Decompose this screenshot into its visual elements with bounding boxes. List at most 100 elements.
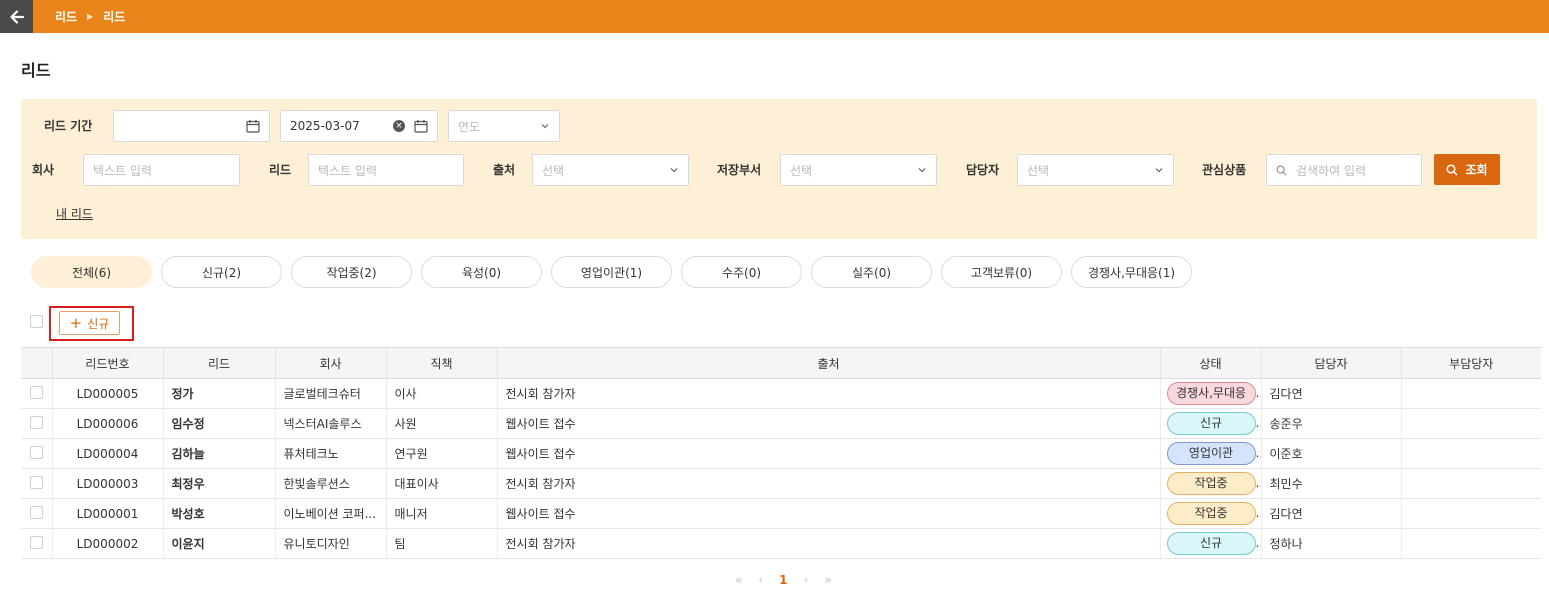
row-checkbox[interactable]: [29, 445, 43, 459]
lead-label: 리드: [269, 163, 292, 177]
status-badge: 작업중: [1166, 502, 1256, 525]
lead-sub-owner: [1401, 468, 1541, 499]
status-cell: 신규: [1160, 528, 1262, 559]
column-header[interactable]: 상태: [1160, 347, 1262, 379]
column-header[interactable]: 부담당자: [1401, 347, 1541, 379]
row-checkbox[interactable]: [29, 475, 43, 489]
table-row[interactable]: LD000003 최정우 한빛솔루션스 대표이사 전시회 참가자 작업중 최민수: [21, 468, 1541, 499]
lead-company: 유니토디자인: [275, 528, 387, 559]
company-label: 회사: [32, 163, 55, 177]
lead-id[interactable]: LD000005: [52, 378, 164, 409]
dept-label: 저장부서: [717, 163, 762, 177]
source-label: 출처: [493, 163, 516, 177]
table-row[interactable]: LD000001 박성호 이노베이션 코퍼... 매니저 웹사이트 접수 작업중…: [21, 498, 1541, 529]
lead-owner: 정하나: [1261, 528, 1402, 559]
my-leads-link[interactable]: 내 리드: [56, 205, 93, 222]
lead-name[interactable]: 이윤지: [163, 528, 276, 559]
lead-company: 한빛솔루션스: [275, 468, 387, 499]
lead-title: 사원: [386, 408, 498, 439]
lead-name[interactable]: 김하늘: [163, 438, 276, 469]
tab-all[interactable]: 전체(6): [31, 256, 152, 288]
status-badge: 신규: [1166, 412, 1256, 435]
tab-nurturing[interactable]: 육성(0): [421, 256, 542, 288]
lead-id[interactable]: LD000002: [52, 528, 164, 559]
breadcrumb: 리드 ▶ 리드: [55, 8, 125, 25]
dept-select[interactable]: 선택: [780, 154, 937, 186]
status-badge: 작업중: [1166, 472, 1256, 495]
lead-id[interactable]: LD000001: [52, 498, 164, 529]
search-icon: [1446, 163, 1458, 176]
lead-name[interactable]: 정가: [163, 378, 276, 409]
tab-won[interactable]: 수주(0): [681, 256, 802, 288]
dept-placeholder: 선택: [790, 163, 813, 178]
row-checkbox[interactable]: [29, 535, 43, 549]
owner-label: 담당자: [966, 163, 1000, 177]
pagination: « ‹ 1 › »: [727, 573, 840, 587]
tab-new[interactable]: 신규(2): [161, 256, 282, 288]
prev-page-icon[interactable]: ‹: [758, 573, 763, 587]
product-search-input[interactable]: 검색하여 입력: [1266, 154, 1422, 186]
lead-name[interactable]: 최정우: [163, 468, 276, 499]
tab-in-progress[interactable]: 작업중(2): [291, 256, 412, 288]
chevron-down-icon: [540, 121, 550, 131]
company-input[interactable]: 텍스트 입력: [83, 154, 240, 186]
company-placeholder: 텍스트 입력: [93, 163, 153, 178]
row-checkbox[interactable]: [29, 415, 43, 429]
row-checkbox[interactable]: [29, 505, 43, 519]
last-page-icon[interactable]: »: [824, 573, 831, 587]
source-placeholder: 선택: [542, 163, 565, 178]
start-date-input[interactable]: [113, 110, 270, 142]
lead-source: 웹사이트 접수: [497, 498, 1161, 529]
select-all-checkbox[interactable]: [30, 315, 43, 328]
column-header[interactable]: 직책: [386, 347, 498, 379]
filter-panel: 리드 기간 2025-03-07 × 연도 회사 텍스트 입력 리드 텍스트 입…: [21, 99, 1537, 239]
top-bar: 리드 ▶ 리드: [0, 0, 1549, 33]
table-row[interactable]: LD000004 김하늘 퓨처테크노 연구원 웹사이트 접수 영업이관 이준호: [21, 438, 1541, 469]
row-checkbox[interactable]: [29, 385, 43, 399]
table-row[interactable]: LD000002 이윤지 유니토디자인 팀 전시회 참가자 신규 정하나: [21, 528, 1541, 559]
column-header[interactable]: 출처: [497, 347, 1161, 379]
lead-id[interactable]: LD000006: [52, 408, 164, 439]
first-page-icon[interactable]: «: [735, 573, 742, 587]
tab-customer-hold[interactable]: 고객보류(0): [941, 256, 1062, 288]
table-row[interactable]: LD000006 임수정 넥스터AI솔루스 사원 웹사이트 접수 신규 송준우: [21, 408, 1541, 439]
calendar-icon[interactable]: [414, 119, 428, 133]
lead-name[interactable]: 임수정: [163, 408, 276, 439]
lead-source: 웹사이트 접수: [497, 438, 1161, 469]
tab-competitor[interactable]: 경쟁사,무대응(1): [1071, 256, 1192, 288]
lead-sub-owner: [1401, 378, 1541, 409]
row-checkbox-cell: [21, 498, 53, 529]
lead-input[interactable]: 텍스트 입력: [308, 154, 464, 186]
lead-name[interactable]: 박성호: [163, 498, 276, 529]
clear-icon[interactable]: ×: [393, 120, 405, 132]
breadcrumb-item[interactable]: 리드: [55, 8, 77, 25]
lead-id[interactable]: LD000004: [52, 438, 164, 469]
next-page-icon[interactable]: ›: [804, 573, 809, 587]
arrow-left-icon: [9, 9, 24, 24]
source-select[interactable]: 선택: [532, 154, 689, 186]
owner-select[interactable]: 선택: [1017, 154, 1174, 186]
lead-owner: 최민수: [1261, 468, 1402, 499]
search-button[interactable]: 조회: [1434, 154, 1500, 185]
lead-owner: 김다연: [1261, 378, 1402, 409]
column-header[interactable]: 리드번호: [52, 347, 164, 379]
tab-lost[interactable]: 실주(0): [811, 256, 932, 288]
column-header[interactable]: 회사: [275, 347, 387, 379]
column-header[interactable]: 리드: [163, 347, 276, 379]
lead-id[interactable]: LD000003: [52, 468, 164, 499]
search-icon: [1276, 165, 1287, 176]
column-header[interactable]: 담당자: [1261, 347, 1402, 379]
page-number-current[interactable]: 1: [779, 573, 787, 587]
new-lead-button[interactable]: + 신규: [59, 311, 120, 335]
calendar-icon[interactable]: [246, 119, 260, 133]
lead-owner: 이준호: [1261, 438, 1402, 469]
breadcrumb-item[interactable]: 리드: [103, 8, 125, 25]
end-date-input[interactable]: 2025-03-07 ×: [280, 110, 438, 142]
back-button[interactable]: [0, 0, 33, 33]
status-badge: 경쟁사,무대응: [1166, 382, 1256, 405]
lead-placeholder: 텍스트 입력: [318, 163, 378, 178]
tab-sales-transfer[interactable]: 영업이관(1): [551, 256, 672, 288]
row-checkbox-cell: [21, 438, 53, 469]
table-row[interactable]: LD000005 정가 글로벌테크슈터 이사 전시회 참가자 경쟁사,무대응 김…: [21, 378, 1541, 409]
year-select[interactable]: 연도: [448, 110, 560, 142]
